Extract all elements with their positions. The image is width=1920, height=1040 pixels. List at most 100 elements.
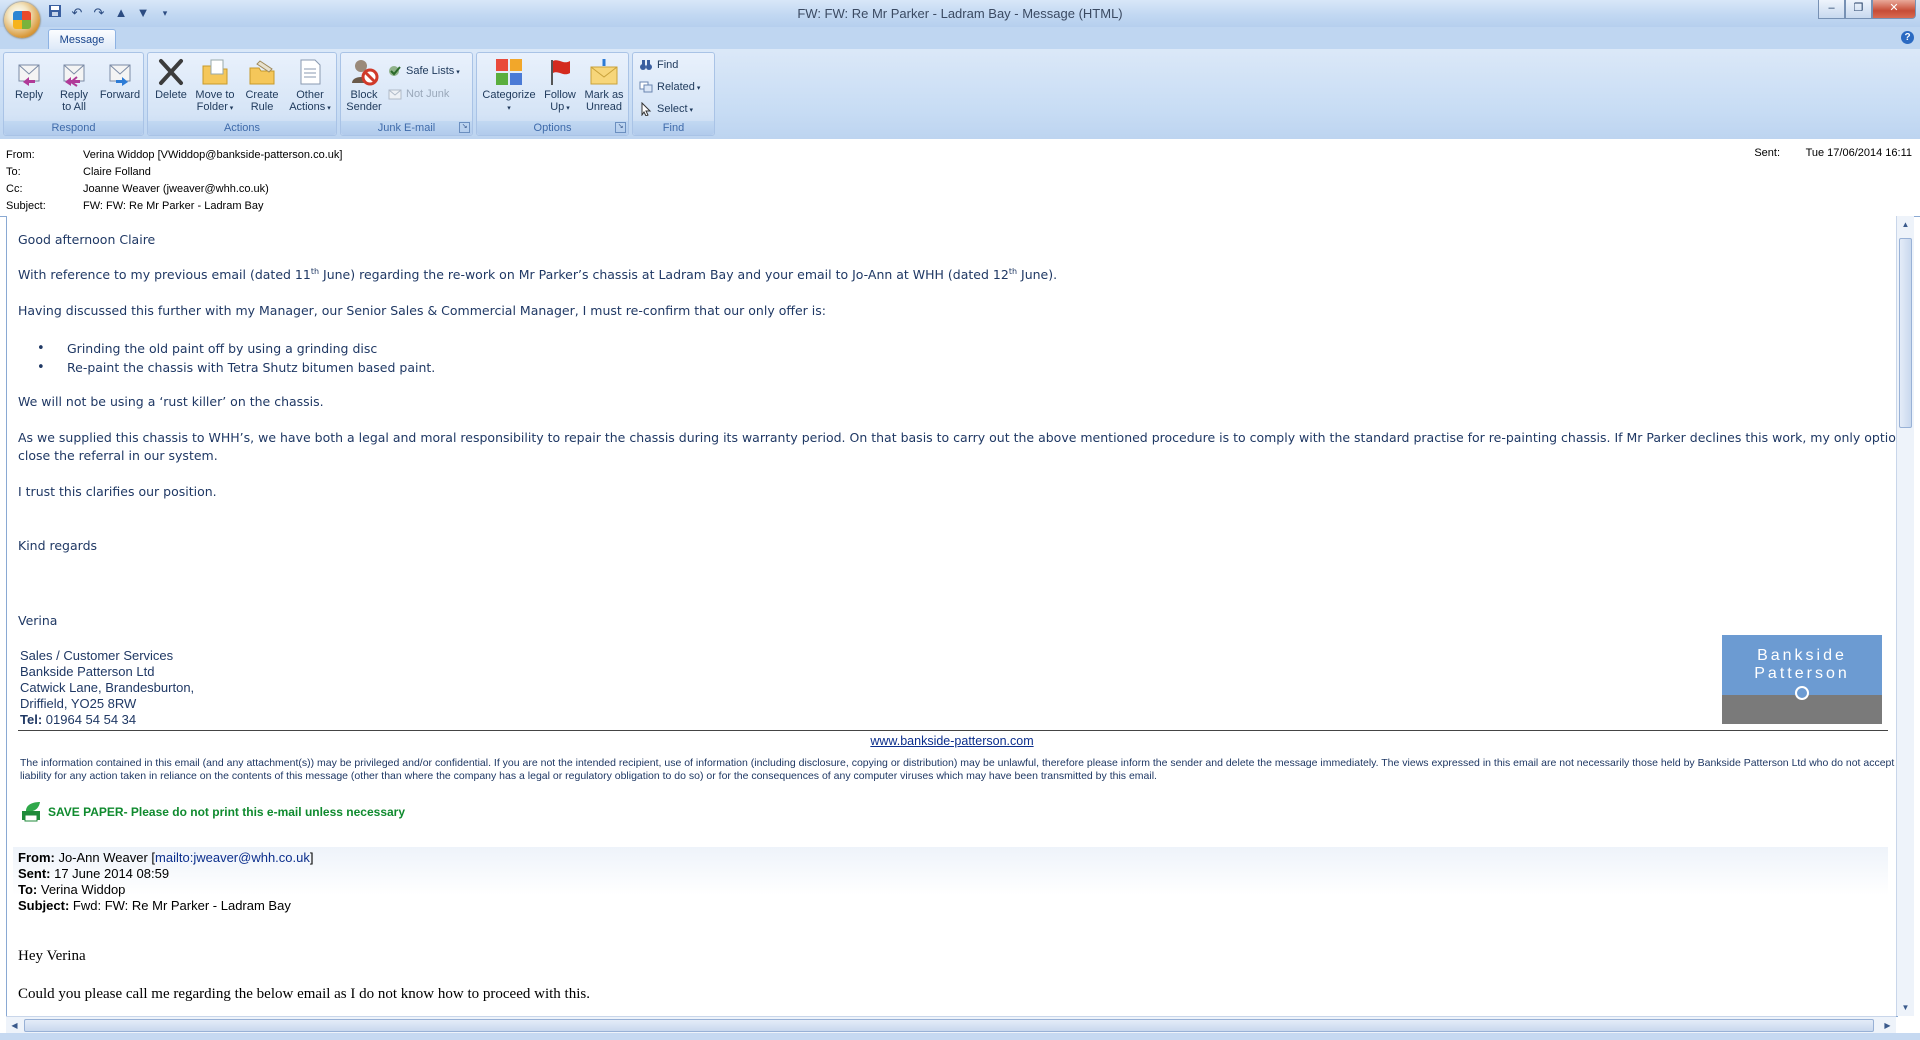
group-options: Categorize ▾ Follow Up ▾ Mark as Unread O… <box>476 52 629 136</box>
vertical-scroll-thumb[interactable] <box>1899 238 1912 428</box>
forward-button[interactable]: Forward <box>97 55 143 119</box>
find-button[interactable]: Find <box>639 56 678 75</box>
unread-envelope-icon <box>590 59 618 85</box>
scroll-left-icon[interactable]: ◀ <box>6 1017 23 1034</box>
related-label: Related <box>657 81 695 93</box>
logo-dot <box>1795 686 1809 700</box>
fwd-sent-row: Sent: 17 June 2014 08:59 <box>18 866 169 881</box>
group-actions-label: Actions <box>148 121 336 135</box>
related-button[interactable]: Related ▾ <box>639 78 700 97</box>
paragraph-4-line-1: As we supplied this chassis to WHH’s, we… <box>18 430 1898 445</box>
from-label: From: <box>6 149 35 161</box>
logo-line-1: Bankside <box>1757 647 1847 664</box>
safe-lists-button[interactable]: Safe Lists ▾ <box>388 62 460 81</box>
to-value[interactable]: Claire Folland <box>83 164 151 181</box>
fwd-to-value: Verina Widdop <box>37 882 126 897</box>
reply-all-label-1: Reply <box>59 89 89 101</box>
minimize-button[interactable]: – <box>1818 0 1845 19</box>
sent-value: Tue 17/06/2014 16:11 <box>1805 147 1912 159</box>
fwd-to-label: To: <box>18 882 38 897</box>
group-find-label: Find <box>633 121 714 135</box>
not-junk-label: Not Junk <box>406 88 450 100</box>
paragraph-1-c: June). <box>1017 267 1058 283</box>
title-bar: ↶ ↷ ▲ ▼ ▾ FW: FW: Re Mr Parker - Ladram … <box>0 0 1920 38</box>
disclaimer: The information contained in this email … <box>20 757 1895 782</box>
greeting: Good afternoon Claire <box>18 232 156 247</box>
horizontal-scroll-thumb[interactable] <box>24 1019 1874 1032</box>
restore-button[interactable]: ❐ <box>1845 0 1872 19</box>
fwd-sent-label: Sent: <box>18 866 51 881</box>
junk-dialog-launcher-icon[interactable]: ↘ <box>459 122 470 133</box>
scroll-right-icon[interactable]: ▶ <box>1879 1017 1896 1034</box>
scroll-down-icon[interactable]: ▼ <box>1897 999 1914 1016</box>
from-value[interactable]: Verina Widdop [VWiddop@bankside-patterso… <box>83 147 342 164</box>
office-button[interactable] <box>4 2 40 38</box>
group-junk-label: Junk E-mail <box>341 121 472 135</box>
bankside-patterson-logo: Bankside Patterson <box>1722 635 1882 724</box>
select-label: Select <box>657 103 688 115</box>
fwd-from-row: From: Jo-Ann Weaver [mailto:jweaver@whh.… <box>18 850 314 865</box>
flag-icon <box>551 60 570 85</box>
signature-tel: Tel: 01964 54 54 34 <box>20 712 136 728</box>
tel-label: Tel: <box>20 712 43 727</box>
horizontal-scrollbar[interactable]: ◀ ▶ <box>6 1016 1896 1034</box>
website-link-text[interactable]: www.bankside-patterson.com <box>870 734 1033 748</box>
fwd-subject-row: Subject: Fwd: FW: Re Mr Parker - Ladram … <box>18 898 291 913</box>
delete-button[interactable]: Delete <box>152 55 190 119</box>
not-junk-button[interactable]: Not Junk <box>388 85 449 104</box>
signature-divider <box>18 730 1888 731</box>
group-options-label: Options <box>477 121 628 135</box>
reply-all-icon <box>63 64 85 87</box>
fwd-mailto-link[interactable]: mailto:jweaver@whh.co.uk <box>155 850 310 865</box>
select-button[interactable]: Select ▾ <box>639 100 693 119</box>
move-label-2: Folder <box>196 101 228 113</box>
to-label: To: <box>6 166 21 178</box>
paragraph-2: Having discussed this further with my Ma… <box>18 303 826 318</box>
options-dialog-launcher-icon[interactable]: ↘ <box>615 122 626 133</box>
move-label-1: Move to <box>195 89 235 101</box>
vertical-scrollbar[interactable]: ▲ ▼ <box>1896 216 1914 1016</box>
cc-value[interactable]: Joanne Weaver (jweaver@whh.co.uk) <box>83 181 269 198</box>
follow-label-2: Up <box>550 101 565 113</box>
other-label-1: Other <box>296 89 324 101</box>
group-respond: Reply Reply to All Forward Respond <box>3 52 144 136</box>
block-sender-button[interactable]: Block Sender <box>344 55 384 119</box>
message-body[interactable]: Good afternoon Claire With reference to … <box>6 216 1898 1017</box>
fwd-to-row: To: Verina Widdop <box>18 882 125 897</box>
close-button[interactable]: ✕ <box>1872 0 1916 19</box>
create-label-2: Rule <box>250 101 274 113</box>
other-actions-button[interactable]: Other Actions ▾ <box>286 55 334 119</box>
fwd-paragraph-1: Could you please call me regarding the b… <box>18 986 590 1002</box>
reply-label: Reply <box>14 89 44 101</box>
help-icon[interactable]: ? <box>1901 31 1914 44</box>
reply-button[interactable]: Reply <box>8 55 50 119</box>
paragraph-1-a: With reference to my previous email (dat… <box>18 267 311 283</box>
reply-icon <box>18 64 40 86</box>
create-rule-button[interactable]: Create Rule <box>240 55 284 119</box>
ribbon-tab-strip: Message ? <box>0 27 1920 50</box>
follow-up-button[interactable]: Follow Up ▾ <box>540 55 580 119</box>
fwd-from-name: Jo-Ann Weaver [ <box>54 850 156 865</box>
block-label-2: Sender <box>346 101 382 113</box>
fwd-subject-value: Fwd: FW: Re Mr Parker - Ladram Bay <box>69 898 291 913</box>
logo-line-2: Patterson <box>1754 665 1850 682</box>
categorize-icon <box>496 59 522 85</box>
window-bottom-frame <box>0 1033 1920 1040</box>
fwd-from-end: ] <box>309 850 314 865</box>
categorize-button[interactable]: Categorize ▾ <box>480 55 538 119</box>
move-to-folder-button[interactable]: Move to Folder ▾ <box>192 55 238 119</box>
save-paper-notice: SAVE PAPER - Please do not print this e-… <box>20 801 405 823</box>
paragraph-1-sup-2: th <box>1008 267 1018 276</box>
list-item: Grinding the old paint off by using a gr… <box>37 339 435 358</box>
scroll-up-icon[interactable]: ▲ <box>1897 216 1914 233</box>
tab-message[interactable]: Message <box>48 29 116 50</box>
block-sender-icon <box>352 60 379 86</box>
list-item: Re-paint the chassis with Tetra Shutz bi… <box>37 358 435 377</box>
save-paper-text: - Please do not print this e-mail unless… <box>123 805 406 819</box>
signature-line: Bankside Patterson Ltd <box>20 664 155 679</box>
folder-icon <box>202 59 228 85</box>
reply-all-button[interactable]: Reply to All <box>52 55 96 119</box>
mark-label-2: Unread <box>585 101 623 113</box>
mark-as-unread-button[interactable]: Mark as Unread <box>582 55 626 119</box>
sent-label: Sent: <box>1754 147 1780 159</box>
